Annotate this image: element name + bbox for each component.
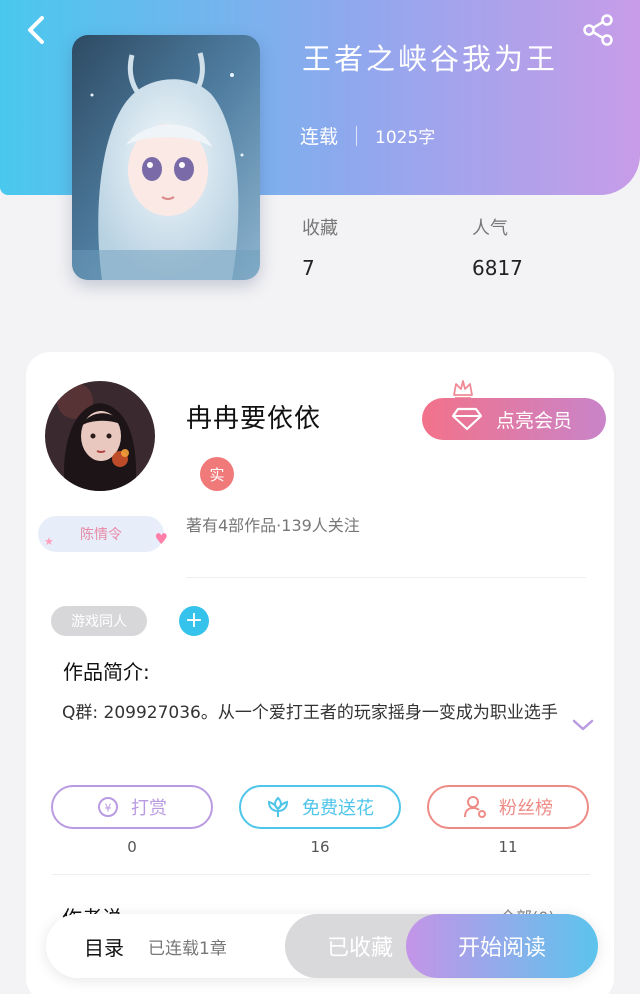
genre-tag[interactable]: 游戏同人: [51, 606, 147, 636]
chevron-down-icon: [572, 719, 594, 731]
chapter-count: 已连载1章: [148, 939, 227, 959]
author-avatar[interactable]: [45, 381, 155, 491]
intro-title: 作品简介:: [63, 660, 150, 684]
fan-icon: [463, 795, 487, 819]
vip-button[interactable]: 点亮会员: [422, 398, 606, 440]
book-status-row: 连载 1025字: [300, 122, 435, 149]
coin-icon: ¥: [97, 796, 119, 818]
vip-button-label: 点亮会员: [496, 409, 573, 432]
fan-count: 11: [498, 838, 518, 856]
share-icon: [583, 14, 613, 46]
stat-label: 收藏: [302, 218, 338, 239]
tip-button[interactable]: ¥ 打赏: [51, 785, 213, 829]
word-count: 1025字: [375, 128, 436, 148]
flower-count: 16: [310, 838, 330, 856]
tip-button-label: 打赏: [131, 798, 167, 819]
intro-text: Q群: 209927036。从一个爱打王者的玩家摇身一变成为职业选手: [62, 703, 558, 723]
add-tag-button[interactable]: +: [179, 606, 209, 636]
status-separator: [356, 125, 358, 146]
verified-badge: 实: [200, 457, 234, 491]
stat-favorites: 收藏 7: [302, 214, 338, 280]
svg-text:¥: ¥: [105, 802, 112, 815]
tip-count: 0: [127, 838, 137, 856]
author-meta: 著有4部作品·139人关注: [186, 516, 360, 535]
author-tag-label: 陈情令: [80, 527, 122, 543]
divider: [186, 577, 586, 578]
crown-icon: [453, 380, 473, 399]
back-icon: [28, 16, 44, 44]
expand-intro-button[interactable]: [570, 714, 596, 736]
author-title-tag: ★ 陈情令 ♥: [38, 516, 168, 552]
divider: [52, 874, 590, 875]
back-button[interactable]: [18, 12, 58, 48]
stat-value: 7: [302, 256, 315, 280]
toc-button[interactable]: 目录: [84, 932, 124, 961]
stat-value: 6817: [472, 256, 523, 280]
book-cover-image[interactable]: [72, 35, 260, 280]
book-title: 王者之峡谷我为王: [302, 42, 559, 76]
start-reading-button[interactable]: 开始阅读: [406, 914, 598, 978]
send-flower-label: 免费送花: [302, 798, 374, 819]
fan-rank-label: 粉丝榜: [499, 798, 553, 819]
stat-label: 人气: [472, 218, 508, 239]
fan-rank-button[interactable]: 粉丝榜: [427, 785, 589, 829]
author-name[interactable]: 冉冉要依依: [186, 398, 321, 435]
flower-icon: [266, 796, 290, 818]
share-button[interactable]: [578, 12, 618, 48]
star-icon: ★: [44, 535, 54, 548]
send-flower-button[interactable]: 免费送花: [239, 785, 401, 829]
gem-icon: [452, 407, 482, 431]
stat-popularity: 人气 6817: [472, 214, 523, 280]
serial-status: 连载: [300, 126, 339, 148]
heart-icon: ♥: [154, 530, 168, 548]
